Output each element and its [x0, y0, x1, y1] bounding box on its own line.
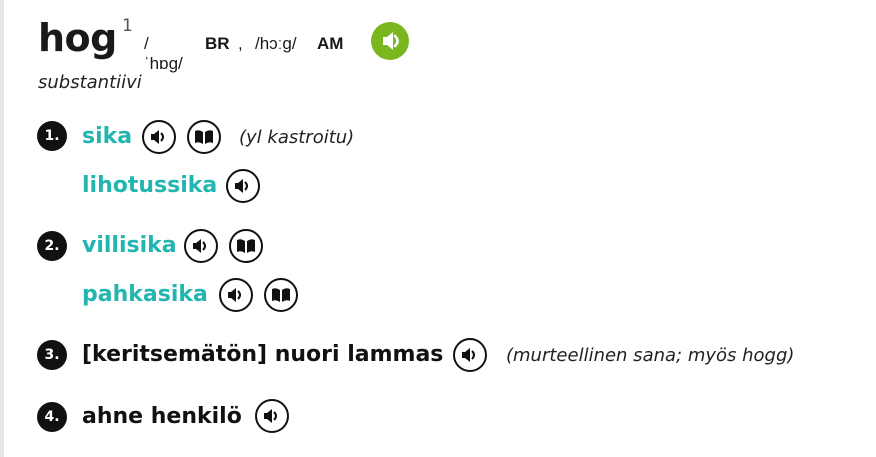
audio-button[interactable]	[184, 229, 218, 263]
book-icon	[195, 130, 213, 144]
sense-number-4: 4.	[37, 402, 67, 432]
headword: hog	[38, 16, 117, 60]
audio-button[interactable]	[142, 120, 176, 154]
dictionary-button[interactable]	[229, 229, 263, 263]
translation-pahkasika[interactable]: pahkasika	[82, 282, 208, 307]
speaker-icon	[228, 288, 241, 302]
usage-note: (murteellinen sana; myös hogg)	[506, 345, 795, 366]
separator: ,	[238, 34, 243, 53]
book-icon	[237, 239, 255, 253]
homograph-number: 1	[122, 16, 133, 36]
audio-button[interactable]	[255, 399, 289, 433]
dictionary-button[interactable]	[264, 278, 298, 312]
speaker-icon	[193, 239, 206, 253]
translation-ahne-henkilo: ahne henkilö	[82, 404, 242, 429]
speaker-icon	[264, 409, 277, 423]
speaker-icon	[235, 179, 248, 193]
translation-lihotussika[interactable]: lihotussika	[82, 173, 217, 198]
pronunciation-br: /ˈhɒɡ/	[144, 34, 183, 73]
translation-sika[interactable]: sika	[82, 124, 132, 149]
left-border	[0, 0, 4, 457]
usage-note: (yl kastroitu)	[239, 127, 355, 148]
pronunciation-am: /hɔːɡ/	[255, 34, 297, 53]
speaker-icon	[151, 130, 164, 144]
dictionary-button[interactable]	[187, 120, 221, 154]
audio-button[interactable]	[453, 338, 487, 372]
sense-number-3: 3.	[37, 340, 67, 370]
translation-villisika[interactable]: villisika	[82, 233, 177, 258]
sense-number-1: 1.	[37, 121, 67, 151]
part-of-speech: substantiivi	[38, 72, 142, 93]
play-pronunciation-button[interactable]	[371, 22, 409, 60]
translation-nuori-lammas: [keritsemätön] nuori lammas	[82, 342, 444, 367]
label-am: AM	[317, 34, 344, 53]
audio-button[interactable]	[226, 169, 260, 203]
speaker-icon	[383, 32, 399, 50]
speaker-icon	[462, 348, 475, 362]
sense-number-2: 2.	[37, 231, 67, 261]
book-icon	[272, 288, 290, 302]
audio-button[interactable]	[219, 278, 253, 312]
label-br: BR	[205, 34, 230, 53]
